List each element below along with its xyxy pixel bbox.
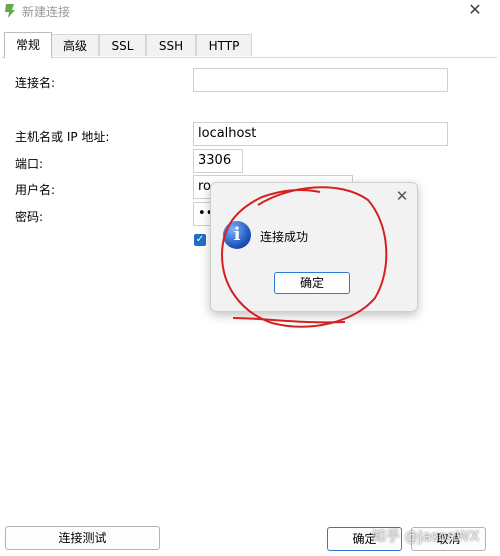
connection-name-field[interactable] [193,68,448,92]
tab-advanced[interactable]: 高级 [51,34,99,56]
message-dialog: ✕ i 连接成功 确定 [210,182,418,312]
port-label: 端口: [15,157,44,171]
tab-http[interactable]: HTTP [196,34,252,56]
port-field[interactable]: 3306 [193,149,243,173]
tab-bar: 常规 高级 SSL SSH HTTP [0,32,500,58]
close-icon[interactable]: ✕ [393,187,411,205]
window-title: 新建连接 [22,5,71,19]
username-label: 用户名: [15,183,56,197]
dialog-message: 连接成功 [260,230,309,244]
connection-name-label: 连接名: [15,76,56,90]
tab-general[interactable]: 常规 [4,32,52,58]
host-field[interactable]: localhost [193,122,448,146]
dialog-ok-button[interactable]: 确定 [274,272,350,294]
close-icon[interactable]: ✕ [465,0,485,20]
info-icon: i [223,221,251,249]
test-connection-button[interactable]: 连接测试 [5,526,160,550]
host-label: 主机名或 IP 地址: [15,130,110,144]
password-label: 密码: [15,210,44,224]
tab-ssh[interactable]: SSH [146,34,196,56]
watermark: 知乎 @JasonWX [372,529,480,545]
app-icon [5,4,15,18]
save-password-checkbox[interactable]: ✓ [194,234,206,246]
title-bar: 新建连接 ✕ [0,0,500,24]
tab-ssl[interactable]: SSL [99,34,146,56]
